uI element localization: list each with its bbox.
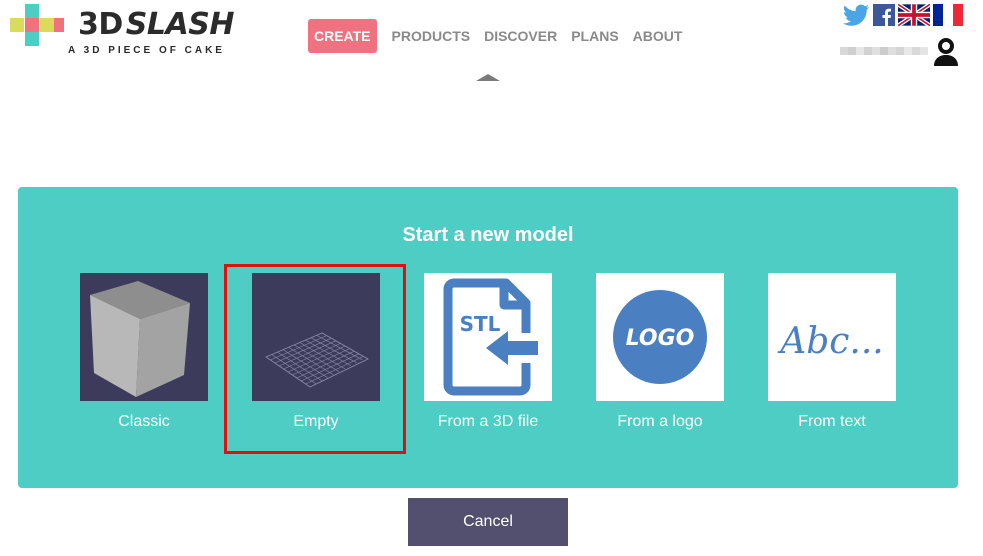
brand-logo[interactable]: 3D SLASH A 3D PIECE OF CAKE (10, 4, 240, 60)
panel-title: Start a new model (402, 224, 574, 246)
selection-highlight (224, 264, 406, 454)
stl-file-icon: STL (424, 273, 552, 401)
social-links (843, 2, 963, 28)
option-label-from-text: From text (798, 413, 866, 430)
user-menu[interactable] (840, 36, 960, 66)
option-from-logo[interactable]: LOGO From a logo (596, 273, 724, 430)
nav-item-discover[interactable]: DISCOVER (477, 19, 564, 53)
avatar-icon[interactable] (932, 36, 960, 66)
script-text-icon: Abc... (768, 273, 896, 401)
brand-wordmark: 3D SLASH (78, 7, 234, 42)
option-from-3d-file[interactable]: STL From a 3D file (424, 273, 552, 430)
username-redacted (840, 47, 928, 55)
uk-flag-icon[interactable] (896, 2, 932, 28)
nav-item-about[interactable]: ABOUT (626, 19, 690, 53)
option-from-text[interactable]: Abc... From text (768, 273, 896, 430)
new-model-panel: Start a new model Classic Empty STL From… (18, 187, 958, 488)
option-label-from-3d-file: From a 3D file (437, 413, 539, 430)
svg-text:LOGO: LOGO (626, 326, 695, 351)
cancel-button[interactable]: Cancel (408, 498, 568, 546)
option-label-classic: Classic (118, 413, 170, 430)
nav-item-create[interactable]: CREATE (308, 19, 377, 53)
logo-mark-icon (10, 4, 70, 48)
nav-item-plans[interactable]: PLANS (564, 19, 625, 53)
nav-pointer-icon (476, 74, 500, 81)
option-label-from-logo: From a logo (617, 413, 703, 430)
cube-icon (80, 273, 208, 401)
svg-text:Abc...: Abc... (777, 321, 884, 362)
facebook-icon[interactable] (873, 4, 895, 26)
brand-tagline: A 3D PIECE OF CAKE (68, 45, 225, 56)
twitter-icon[interactable] (843, 4, 870, 26)
logo-badge-icon: LOGO (596, 273, 724, 401)
main-nav: CREATE PRODUCTS DISCOVER PLANS ABOUT (308, 19, 689, 53)
svg-text:STL: STL (460, 312, 501, 336)
option-classic[interactable]: Classic (80, 273, 208, 430)
france-flag-icon[interactable] (933, 4, 963, 26)
nav-item-products[interactable]: PRODUCTS (385, 19, 478, 53)
